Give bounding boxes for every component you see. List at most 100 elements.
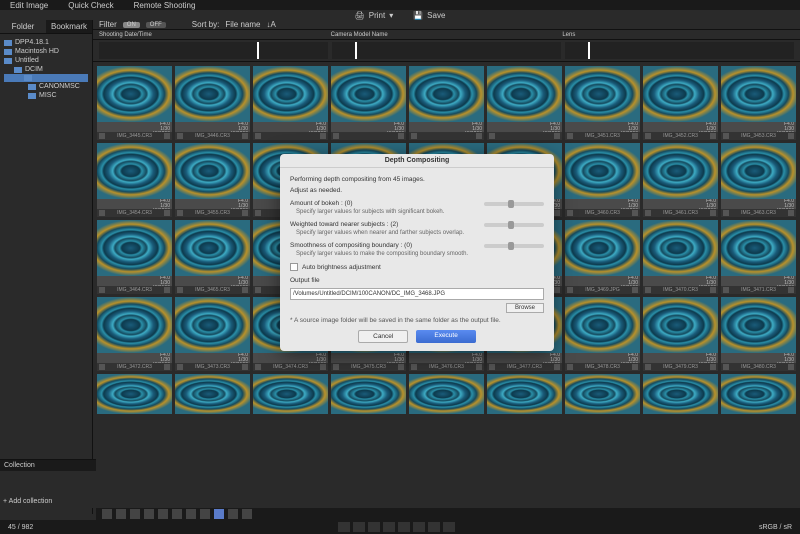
thumbnail[interactable]: F4.01/30ISO100IMG_3465.CR3	[175, 220, 250, 294]
tree-item-untitled[interactable]: Untitled	[4, 56, 88, 65]
thumbnail[interactable]: F4.01/30ISO100IMG_3470.CR3	[643, 220, 718, 294]
thumbnail[interactable]: F4.01/30ISO200	[331, 66, 406, 140]
check-icon	[710, 364, 716, 370]
thumbnail[interactable]: F4.01/30ISO200	[487, 66, 562, 140]
thumbnail[interactable]: F4.01/30ISO100IMG_3472.CR3	[97, 297, 172, 371]
output-path-field[interactable]: /Volumes/Untitled/DCIM/100CANON/DC_IMG_3…	[290, 288, 544, 300]
view-circle-icon[interactable]	[130, 509, 140, 519]
check-icon	[164, 287, 170, 293]
view-thumb-m-icon[interactable]	[158, 509, 168, 519]
thumbnail[interactable]	[331, 374, 406, 414]
save-button[interactable]: 💾 Save	[413, 11, 445, 20]
add-collection-button[interactable]: + Add collection	[0, 495, 96, 508]
view-pin-icon[interactable]	[116, 509, 126, 519]
thumbnail[interactable]: F4.01/30ISO100IMG_3479.CR3	[643, 297, 718, 371]
thumbnail[interactable]: F4.01/30ISO200IMG_3455.CR3	[175, 143, 250, 217]
tree-item-canonmsc[interactable]: CANONMSC	[4, 82, 88, 91]
column-headers: Shooting Date/Time Camera Model Name Len…	[93, 30, 800, 40]
col-camera[interactable]: Camera Model Name	[331, 30, 563, 39]
thumb-image	[721, 374, 796, 414]
thumbnail[interactable]: F4.01/30ISO100IMG_3478.CR3	[565, 297, 640, 371]
tree-item-macintoshhd[interactable]: Macintosh HD	[4, 47, 88, 56]
status-tool-3[interactable]	[368, 522, 380, 532]
quick-check-menu[interactable]: Quick Check	[68, 1, 113, 10]
view-thumb-l-icon[interactable]	[172, 509, 182, 519]
raw-icon	[645, 210, 651, 216]
view-multi-icon[interactable]	[228, 509, 238, 519]
edit-image-menu[interactable]: Edit Image	[10, 1, 48, 10]
thumbnail[interactable]	[721, 374, 796, 414]
bokeh-slider[interactable]	[484, 202, 544, 206]
folder-icon	[14, 67, 22, 73]
thumbnail[interactable]: F4.01/30ISO100IMG_3480.CR3	[721, 297, 796, 371]
thumbnail[interactable]: F4.01/30ISO100IMG_3473.CR3	[175, 297, 250, 371]
thumbnail[interactable]	[97, 374, 172, 414]
status-tool-2[interactable]	[353, 522, 365, 532]
sort-asc-icon[interactable]: ↓A	[266, 20, 275, 29]
thumbnail[interactable]: F4.01/30ISO200IMG_3460.CR3	[565, 143, 640, 217]
thumbnail[interactable]: F4.01/30ISO100IMG_3464.CR3	[97, 220, 172, 294]
thumbnail[interactable]	[643, 374, 718, 414]
remote-shooting-menu[interactable]: Remote Shooting	[134, 1, 196, 10]
thumbnail[interactable]: F4.01/30ISO200IMG_3451.CR3	[565, 66, 640, 140]
thumbnail[interactable]: F4.01/30ISO100IMG_3471.CR3	[721, 220, 796, 294]
view-list-icon[interactable]	[186, 509, 196, 519]
nearer-slider[interactable]	[484, 223, 544, 227]
status-tool-6[interactable]	[413, 522, 425, 532]
tree-item-misc[interactable]: MISC	[4, 91, 88, 100]
tree-item-dpp4181[interactable]: DPP4.18.1	[4, 38, 88, 47]
tree-item-dcim[interactable]: DCIM	[4, 65, 88, 74]
raw-icon	[411, 364, 417, 370]
thumbnail[interactable]: F4.01/30ISO200IMG_3453.CR3	[721, 66, 796, 140]
filter-off-button[interactable]: OFF	[146, 22, 166, 28]
status-tool-4[interactable]	[383, 522, 395, 532]
thumb-filename-bar: IMG_3455.CR3	[175, 209, 250, 217]
thumbnail[interactable]	[253, 374, 328, 414]
view-detail-icon[interactable]	[200, 509, 210, 519]
thumb-filename-bar: IMG_3477.CR3	[487, 363, 562, 371]
filter-on-button[interactable]: ON	[123, 22, 140, 28]
thumbnail[interactable]: F4.01/30ISO100IMG_3469.JPG	[565, 220, 640, 294]
browse-button[interactable]: Browse	[506, 303, 544, 313]
status-tool-5[interactable]	[398, 522, 410, 532]
thumbnail[interactable]	[565, 374, 640, 414]
tree-item-100canon[interactable]	[4, 74, 88, 82]
raw-icon	[489, 364, 495, 370]
raw-icon	[723, 364, 729, 370]
col-lens[interactable]: Lens	[562, 30, 794, 39]
thumb-filename-bar: IMG_3464.CR3	[97, 286, 172, 294]
collection-header[interactable]: Collection	[0, 460, 96, 471]
raw-icon	[177, 210, 183, 216]
thumbnail[interactable]: F4.01/30ISO200IMG_3452.CR3	[643, 66, 718, 140]
smooth-slider[interactable]	[484, 244, 544, 248]
view-single-icon[interactable]	[242, 509, 252, 519]
view-thumb-s-icon[interactable]	[144, 509, 154, 519]
auto-brightness-checkbox[interactable]: Auto brightness adjustment	[290, 263, 544, 271]
thumbnail[interactable]	[175, 374, 250, 414]
tab-folder[interactable]: Folder	[0, 20, 46, 33]
execute-button[interactable]: Execute	[416, 330, 476, 343]
cancel-button[interactable]: Cancel	[358, 330, 408, 343]
thumbnail[interactable]	[487, 374, 562, 414]
tab-bookmark[interactable]: Bookmark	[46, 20, 92, 33]
checkbox-icon[interactable]	[290, 263, 298, 271]
sortby-label: Sort by:	[192, 20, 220, 29]
status-tool-7[interactable]	[428, 522, 440, 532]
thumbnail[interactable]: F4.01/30ISO200IMG_3461.CR3	[643, 143, 718, 217]
thumbnail[interactable]	[409, 374, 484, 414]
thumbnail[interactable]: F4.01/30ISO200	[409, 66, 484, 140]
thumb-image	[409, 66, 484, 122]
thumbnail[interactable]: F4.01/30ISO200IMG_3445.CR3	[97, 66, 172, 140]
thumbnail[interactable]: F4.01/30ISO200IMG_3463.CR3	[721, 143, 796, 217]
thumbnail[interactable]: F4.01/30ISO200IMG_3446.CR3	[175, 66, 250, 140]
status-tool-8[interactable]	[443, 522, 455, 532]
thumbnail[interactable]: F4.01/30ISO200	[253, 66, 328, 140]
thumb-exif: F4.01/30ISO100	[175, 353, 250, 363]
sort-dropdown[interactable]: File name	[225, 20, 260, 29]
thumbnail[interactable]: F4.01/30ISO200IMG_3454.CR3	[97, 143, 172, 217]
col-datetime[interactable]: Shooting Date/Time	[99, 30, 331, 39]
view-grid-icon[interactable]	[214, 509, 224, 519]
status-tool-1[interactable]	[338, 522, 350, 532]
print-button[interactable]: 🖨 Print ▾	[355, 11, 394, 20]
view-refresh-icon[interactable]	[102, 509, 112, 519]
